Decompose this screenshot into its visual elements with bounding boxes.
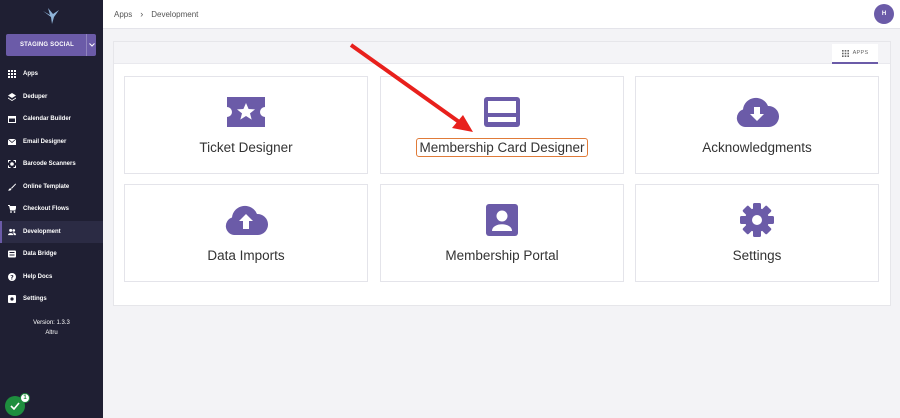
app-card-title: Settings [732,248,782,263]
app-card-acknowledgments[interactable]: Acknowledgments [635,76,879,174]
org-name: STAGING SOCIAL [19,42,75,48]
app-card-ticket-designer[interactable]: Ticket Designer [124,76,368,174]
sidebar-item-label: Barcode Scanners [23,161,76,168]
checkmark-icon [10,402,20,410]
sidebar-item-online-template[interactable]: Online Template [0,176,103,199]
app-card-membership-portal[interactable]: Membership Portal [380,184,624,282]
sidebar-nav: Apps Deduper Calendar Builder Email Desi… [0,63,103,311]
sidebar-item-checkout-flows[interactable]: Checkout Flows [0,198,103,221]
breadcrumb: Apps › Development [114,9,198,19]
people-icon [8,228,16,236]
help-badge-count: 1 [20,393,30,403]
top-bar: Apps › Development H [103,0,900,29]
logo-bird-icon[interactable] [40,5,62,27]
app-card-title: Membership Portal [445,248,559,263]
org-selector[interactable]: STAGING SOCIAL [6,34,96,56]
app-card-data-imports[interactable]: Data Imports [124,184,368,282]
breadcrumb-apps[interactable]: Apps [114,10,132,19]
calendar-icon [8,115,16,124]
mail-icon [8,138,16,146]
sidebar-item-barcode-scanners[interactable]: Barcode Scanners [0,153,103,176]
portrait-icon [486,202,518,238]
sidebar-item-email-designer[interactable]: Email Designer [0,131,103,154]
cloud-download-icon [735,94,779,130]
sidebar-item-label: Email Designer [23,138,67,145]
sidebar-item-label: Calendar Builder [23,116,72,123]
chevron-right-icon: › [140,9,144,19]
sidebar-item-label: Help Docs [23,273,53,280]
sidebar-item-apps[interactable]: Apps [0,63,103,86]
sidebar-item-label: Checkout Flows [23,206,70,213]
sidebar-item-development[interactable]: Development [0,220,103,243]
sidebar-item-label: Development [23,228,61,235]
ticket-star-icon [227,94,265,130]
layers-icon [8,92,16,101]
sidebar-item-label: Deduper [23,93,48,100]
sidebar-item-settings[interactable]: Settings [0,288,103,311]
sidebar-item-data-bridge[interactable]: Data Bridge [0,243,103,266]
app-card-title: Membership Card Designer [416,138,588,157]
panel-header: APPS [114,42,890,64]
app-card-title: Data Imports [207,248,285,263]
avatar[interactable]: H [874,4,894,24]
gear-icon [8,295,16,304]
version-info: Version: 1.3.3 Altru [0,318,103,338]
app-card-title: Ticket Designer [199,140,293,155]
sidebar-item-help-docs[interactable]: ? Help Docs [0,266,103,289]
breadcrumb-development: Development [151,9,199,19]
sidebar-item-label: Online Template [23,183,70,190]
brush-icon [8,183,16,191]
version-text: Version: 1.3.3 [33,320,70,326]
database-icon [8,250,16,258]
app-card-membership-card-designer[interactable]: Membership Card Designer [380,76,624,174]
grid-icon [841,49,849,57]
cart-icon [8,205,16,214]
tab-apps[interactable]: APPS [832,44,878,64]
sidebar-item-calendar-builder[interactable]: Calendar Builder [0,108,103,131]
sidebar-item-label: Data Bridge [23,251,57,258]
chevron-down-icon [86,34,96,56]
help-icon: ? [8,272,16,281]
app-card-title: Acknowledgments [702,140,812,155]
sidebar-item-label: Settings [23,296,47,303]
sidebar-item-deduper[interactable]: Deduper [0,86,103,109]
svg-text:?: ? [10,274,14,281]
sidebar: STAGING SOCIAL Apps Deduper Calendar Bui… [0,0,103,418]
app-card-settings[interactable]: Settings [635,184,879,282]
scanner-icon [8,160,16,169]
sidebar-item-label: Apps [23,71,38,78]
card-icon [484,94,520,130]
cloud-upload-icon [224,202,268,238]
grid-icon [8,70,16,79]
product-name: Altru [45,330,58,336]
gear-icon [739,202,775,238]
tab-apps-label: APPS [852,50,869,56]
